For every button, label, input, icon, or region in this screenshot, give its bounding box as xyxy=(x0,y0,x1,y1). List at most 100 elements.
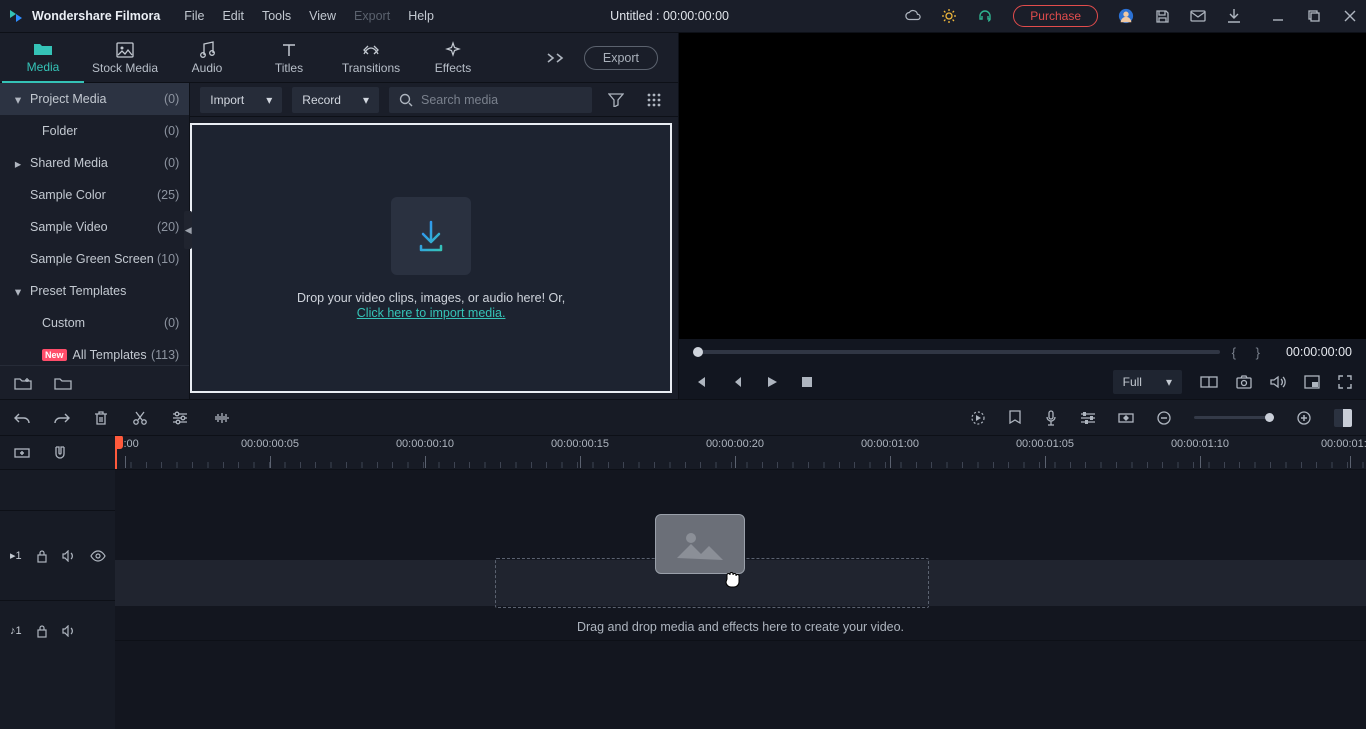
sidebar-item-preset-templates[interactable]: ▾Preset Templates xyxy=(0,275,189,307)
support-icon[interactable] xyxy=(977,8,993,24)
marker-icon[interactable] xyxy=(1008,410,1022,426)
app-logo-icon xyxy=(8,8,24,24)
seek-track[interactable] xyxy=(693,350,1220,354)
menu-view[interactable]: View xyxy=(309,9,336,23)
split-icon[interactable] xyxy=(132,410,148,426)
lock-icon[interactable] xyxy=(36,549,48,563)
tab-effects[interactable]: Effects xyxy=(412,33,494,83)
sidebar-item-project-media[interactable]: ▾Project Media(0) xyxy=(0,83,189,115)
filter-icon[interactable] xyxy=(602,87,630,113)
volume-icon[interactable] xyxy=(1270,375,1286,389)
tab-audio[interactable]: Audio xyxy=(166,33,248,83)
magnet-icon[interactable] xyxy=(52,445,68,461)
pip-icon[interactable] xyxy=(1304,375,1320,389)
zoom-slider[interactable] xyxy=(1194,416,1274,419)
cloud-icon[interactable] xyxy=(905,8,921,24)
mixer-icon[interactable] xyxy=(1080,411,1096,425)
play-icon[interactable] xyxy=(765,375,779,389)
mute-icon[interactable] xyxy=(62,550,76,562)
sidebar-item-label: Sample Green Screen xyxy=(30,252,154,266)
sidebar-item-count: (20) xyxy=(157,220,179,234)
grid-view-icon[interactable] xyxy=(640,87,668,113)
menu-help[interactable]: Help xyxy=(408,9,434,23)
zoom-in-icon[interactable] xyxy=(1296,410,1312,426)
tab-media[interactable]: Media xyxy=(2,33,84,83)
seek-handle[interactable] xyxy=(693,347,703,357)
save-icon[interactable] xyxy=(1154,8,1170,24)
quality-dropdown[interactable]: Full▾ xyxy=(1113,370,1182,394)
undo-icon[interactable] xyxy=(14,411,30,425)
sidebar-item-all-templates[interactable]: NewAll Templates(113) xyxy=(0,339,189,365)
tracks-canvas[interactable]: Drag and drop media and effects here to … xyxy=(115,470,1366,729)
account-icon[interactable] xyxy=(1118,8,1134,24)
adjust-icon[interactable] xyxy=(172,411,188,425)
download-icon[interactable] xyxy=(1226,8,1242,24)
redo-icon[interactable] xyxy=(54,411,70,425)
export-button[interactable]: Export xyxy=(584,46,658,70)
ruler-row: 00:0000:00:00:0500:00:00:1000:00:00:1500… xyxy=(0,436,1366,470)
sidebar-item-sample-video[interactable]: Sample Video(20) xyxy=(0,211,189,243)
import-media-link[interactable]: Click here to import media. xyxy=(357,306,506,320)
sidebar-item-custom[interactable]: Custom(0) xyxy=(0,307,189,339)
ruler-label: 00:00:00:10 xyxy=(396,438,454,450)
overflow-icon[interactable] xyxy=(546,52,566,64)
new-folder-icon[interactable] xyxy=(14,376,32,390)
search-input[interactable] xyxy=(421,93,582,107)
tab-stock-media[interactable]: Stock Media xyxy=(84,33,166,83)
mute-icon[interactable] xyxy=(62,625,76,637)
render-icon[interactable] xyxy=(970,410,986,426)
preview-panel: { } 00:00:00:00 Full▾ xyxy=(678,33,1366,399)
compare-icon[interactable] xyxy=(1200,375,1218,389)
playhead[interactable] xyxy=(115,436,117,469)
sidebar-item-count: (25) xyxy=(157,188,179,202)
snapshot-icon[interactable] xyxy=(1236,375,1252,389)
search-media[interactable] xyxy=(389,87,592,113)
video-preview[interactable] xyxy=(679,33,1366,339)
idea-icon[interactable] xyxy=(941,8,957,24)
timeline-toolbar xyxy=(0,400,1366,436)
sidebar-item-sample-color[interactable]: Sample Color (25) xyxy=(0,179,189,211)
menu-tools[interactable]: Tools xyxy=(262,9,291,23)
tab-transitions[interactable]: Transitions xyxy=(330,33,412,83)
fullscreen-icon[interactable] xyxy=(1338,375,1352,389)
stop-icon[interactable] xyxy=(801,376,813,388)
left-column: Media Stock Media Audio Titles Transitio… xyxy=(0,33,678,399)
sidebar-item-sample-green-screen[interactable]: Sample Green Screen(10) xyxy=(0,243,189,275)
media-drop-area[interactable]: Drop your video clips, images, or audio … xyxy=(190,123,672,393)
sidebar-item-label: Preset Templates xyxy=(30,284,126,298)
prev-frame-icon[interactable] xyxy=(693,375,707,389)
sidebar-item-label: Sample Color xyxy=(30,188,106,202)
sidebar-item-label: Folder xyxy=(42,124,77,138)
menu-file[interactable]: File xyxy=(184,9,204,23)
close-icon[interactable] xyxy=(1342,8,1358,24)
zoom-out-icon[interactable] xyxy=(1156,410,1172,426)
main-tabs: Media Stock Media Audio Titles Transitio… xyxy=(0,33,678,83)
keyframe-icon[interactable] xyxy=(1118,411,1134,425)
zoom-fit-icon[interactable] xyxy=(1334,409,1352,427)
time-ruler[interactable]: 00:0000:00:00:0500:00:00:1000:00:00:1500… xyxy=(115,436,1366,469)
eye-icon[interactable] xyxy=(90,550,106,562)
open-folder-icon[interactable] xyxy=(54,376,72,390)
purchase-button[interactable]: Purchase xyxy=(1013,5,1098,27)
lock-icon[interactable] xyxy=(36,624,48,638)
minimize-icon[interactable] xyxy=(1270,8,1286,24)
import-dropdown[interactable]: Import▾ xyxy=(200,87,282,113)
sidebar-item-folder[interactable]: Folder(0) xyxy=(0,115,189,147)
image-icon xyxy=(116,41,134,59)
zoom-handle[interactable] xyxy=(1265,413,1274,422)
menu-edit[interactable]: Edit xyxy=(222,9,244,23)
document-title: Untitled : 00:00:00:00 xyxy=(448,9,891,23)
message-icon[interactable] xyxy=(1190,8,1206,24)
sidebar-item-shared-media[interactable]: ▸Shared Media(0) xyxy=(0,147,189,179)
sidebar-item-count: (0) xyxy=(164,156,179,170)
voiceover-icon[interactable] xyxy=(1044,410,1058,426)
audio-wave-icon[interactable] xyxy=(212,411,230,425)
track-add-icon[interactable] xyxy=(14,446,30,460)
step-back-icon[interactable] xyxy=(729,375,743,389)
record-dropdown[interactable]: Record▾ xyxy=(292,87,379,113)
maximize-icon[interactable] xyxy=(1306,8,1322,24)
delete-icon[interactable] xyxy=(94,410,108,426)
tab-titles[interactable]: Titles xyxy=(248,33,330,83)
collapse-sidebar-handle[interactable]: ◀ xyxy=(184,211,192,249)
in-out-brackets[interactable]: { } xyxy=(1232,345,1268,360)
